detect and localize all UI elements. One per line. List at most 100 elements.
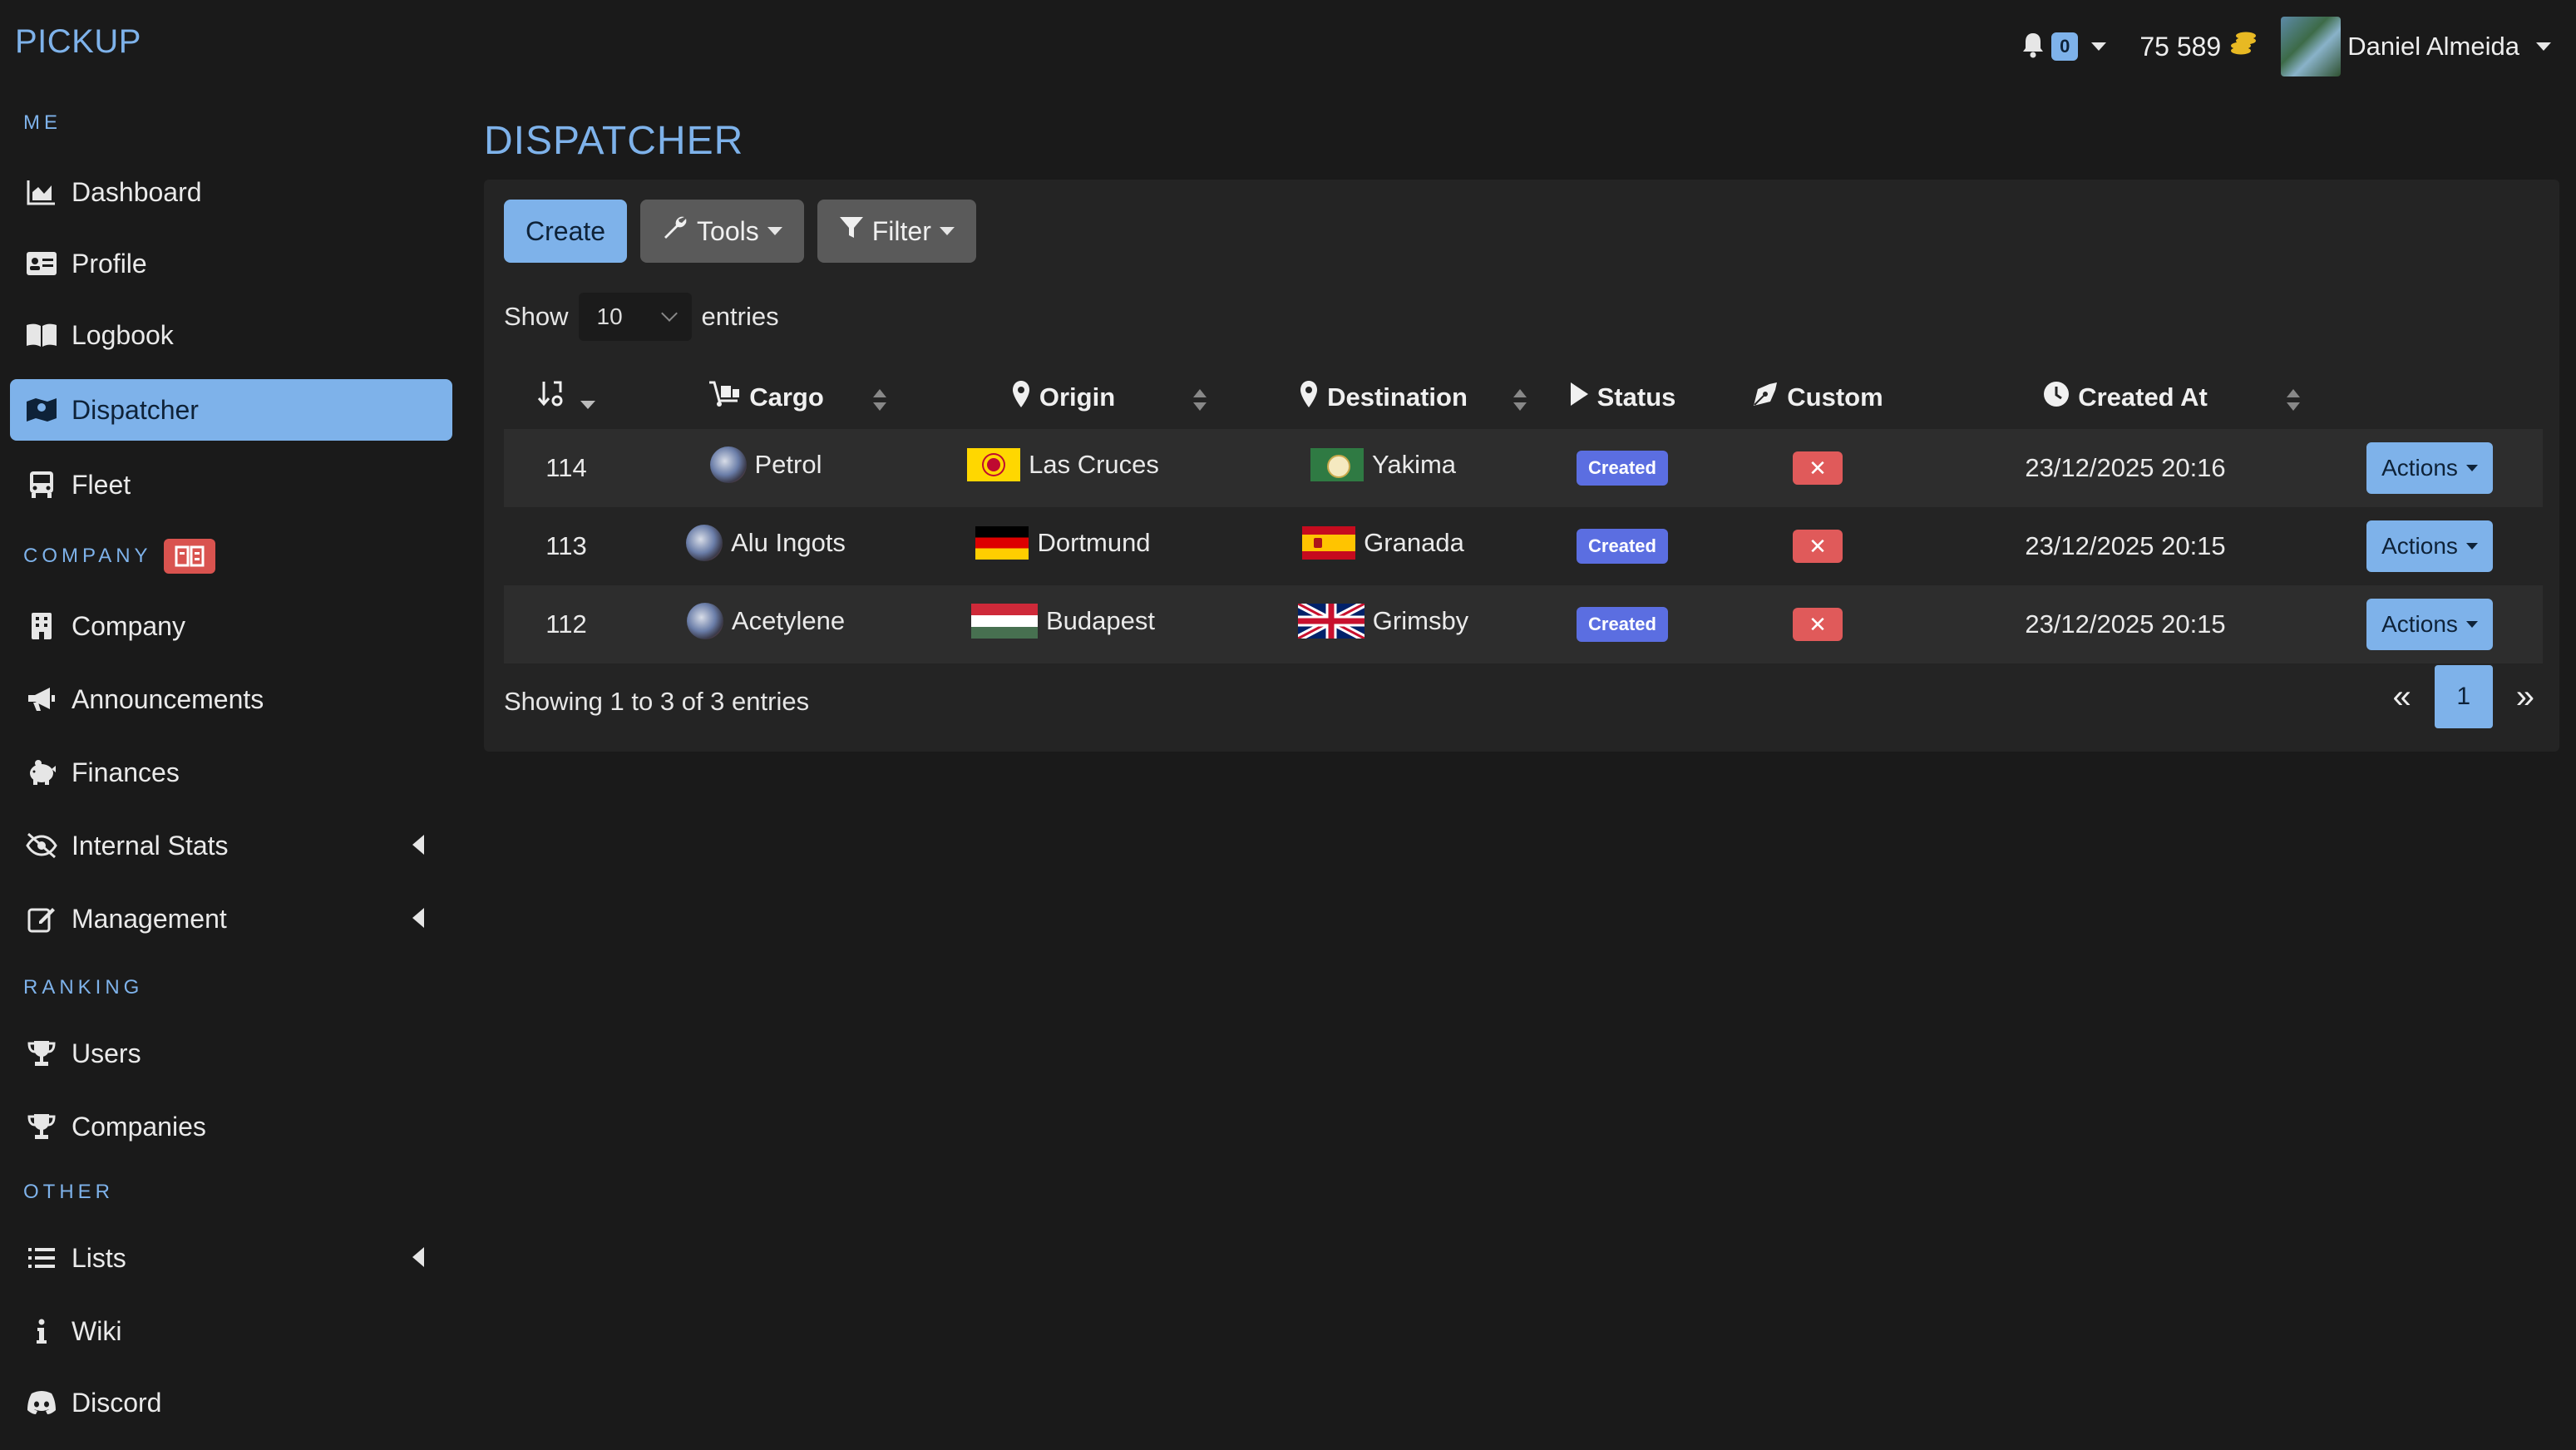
entries-label: entries bbox=[701, 302, 779, 331]
custom-no-badge: ✕ bbox=[1793, 608, 1843, 641]
toolbar: Create Tools Filter bbox=[504, 200, 976, 263]
expand-arrow-icon[interactable] bbox=[412, 1247, 424, 1267]
origin-name: Dortmund bbox=[1037, 528, 1151, 557]
cell-actions: Actions bbox=[2317, 585, 2543, 663]
next-page-icon[interactable]: » bbox=[2516, 678, 2534, 716]
sidebar-item-company[interactable]: Company bbox=[10, 595, 452, 657]
column-header-cargo[interactable]: Cargo bbox=[629, 366, 903, 429]
sort-icon bbox=[1513, 389, 1527, 411]
company-badge-icon bbox=[163, 539, 215, 574]
cell-origin: Budapest bbox=[903, 585, 1223, 663]
page-length-select[interactable]: 10 bbox=[578, 293, 692, 341]
sidebar-item-finances[interactable]: Finances bbox=[10, 742, 452, 803]
status-badge: Created bbox=[1577, 451, 1668, 486]
map-marker-icon bbox=[1299, 380, 1319, 415]
previous-page-icon[interactable]: « bbox=[2393, 678, 2411, 716]
chevron-down-icon bbox=[660, 305, 678, 322]
table-row: 114 Petrol Las Cruces Yakima Created ✕ 2… bbox=[504, 429, 2543, 507]
table-row: 112 Acetylene Budapest Grimsby Created ✕… bbox=[504, 585, 2543, 663]
origin-name: Budapest bbox=[1046, 606, 1155, 635]
sidebar-item-companies[interactable]: Companies bbox=[10, 1096, 452, 1157]
actions-label: Actions bbox=[2381, 611, 2458, 637]
cell-custom: ✕ bbox=[1701, 507, 1934, 585]
cargo-name: Acetylene bbox=[731, 606, 846, 635]
sidebar-item-dispatcher[interactable]: Dispatcher bbox=[10, 379, 452, 441]
column-header-custom[interactable]: Custom bbox=[1701, 366, 1934, 429]
sidebar-item-fleet[interactable]: Fleet bbox=[10, 454, 452, 515]
column-header-created-at[interactable]: Created At bbox=[1934, 366, 2317, 429]
show-label: Show bbox=[504, 302, 569, 331]
actions-label: Actions bbox=[2381, 533, 2458, 559]
avatar bbox=[2281, 17, 2342, 76]
page-button[interactable]: 1 bbox=[2434, 665, 2493, 728]
balance-display: 75 589 bbox=[2139, 31, 2258, 62]
destination-header-label: Destination bbox=[1327, 382, 1468, 412]
table-header-row: Cargo Origin Destination Status Custom C… bbox=[504, 366, 2543, 429]
section-label-company-text: COMPANY bbox=[23, 545, 152, 567]
filter-button-label: Filter bbox=[871, 215, 931, 246]
bullhorn-icon bbox=[25, 684, 58, 714]
sidebar-item-users[interactable]: Users bbox=[10, 1023, 452, 1084]
truck-icon bbox=[25, 470, 58, 500]
actions-dropdown-button[interactable]: Actions bbox=[2366, 520, 2493, 572]
user-menu[interactable]: Daniel Almeida bbox=[2281, 17, 2551, 76]
dolly-icon bbox=[708, 381, 741, 414]
trophy-icon bbox=[25, 1112, 58, 1142]
created-at-header-label: Created At bbox=[2078, 382, 2208, 412]
germany-flag-icon bbox=[975, 526, 1029, 560]
cargo-name: Alu Ingots bbox=[731, 528, 846, 557]
pen-nib-icon bbox=[1752, 381, 1779, 414]
sidebar-item-announcements[interactable]: Announcements bbox=[10, 668, 452, 730]
notifications-dropdown[interactable]: 0 bbox=[2021, 32, 2107, 62]
id-card-icon bbox=[25, 249, 58, 279]
sidebar-item-label: Internal Stats bbox=[72, 830, 229, 861]
sidebar-item-wiki[interactable]: Wiki bbox=[10, 1300, 452, 1362]
expand-arrow-icon[interactable] bbox=[412, 835, 424, 855]
custom-no-badge: ✕ bbox=[1793, 451, 1843, 485]
sidebar-item-discord[interactable]: Discord bbox=[10, 1372, 452, 1433]
wrench-icon bbox=[662, 215, 688, 248]
sidebar-item-label: Management bbox=[72, 903, 227, 934]
actions-dropdown-button[interactable]: Actions bbox=[2366, 442, 2493, 494]
list-icon bbox=[25, 1243, 58, 1273]
status-badge: Created bbox=[1577, 607, 1668, 642]
tools-dropdown-button[interactable]: Tools bbox=[640, 200, 804, 263]
filter-dropdown-button[interactable]: Filter bbox=[817, 200, 976, 263]
sort-icon bbox=[2287, 389, 2300, 411]
chevron-down-icon bbox=[2465, 621, 2478, 628]
section-label-me: ME bbox=[23, 111, 62, 134]
expand-arrow-icon[interactable] bbox=[412, 908, 424, 928]
brand-logo[interactable]: PICKUP bbox=[15, 23, 141, 61]
sidebar-item-dashboard[interactable]: Dashboard bbox=[10, 161, 452, 223]
filter-icon bbox=[839, 215, 864, 247]
building-icon bbox=[25, 611, 58, 641]
chevron-down-icon bbox=[2536, 42, 2551, 51]
sidebar-item-label: Dispatcher bbox=[72, 394, 199, 425]
column-header-destination[interactable]: Destination bbox=[1223, 366, 1543, 429]
create-button-label: Create bbox=[526, 215, 606, 246]
cell-created-at: 23/12/2025 20:16 bbox=[1934, 429, 2317, 507]
hungary-flag-icon bbox=[971, 604, 1038, 639]
sidebar-item-label: Announcements bbox=[72, 683, 264, 714]
column-header-origin[interactable]: Origin bbox=[903, 366, 1223, 429]
status-badge: Created bbox=[1577, 529, 1668, 564]
cell-id: 112 bbox=[504, 585, 629, 663]
sidebar-item-logbook[interactable]: Logbook bbox=[10, 304, 452, 366]
cargo-name: Petrol bbox=[754, 450, 822, 479]
actions-dropdown-button[interactable]: Actions bbox=[2366, 599, 2493, 650]
sidebar-item-label: Companies bbox=[72, 1111, 206, 1142]
book-open-icon bbox=[25, 320, 58, 350]
column-header-id[interactable] bbox=[504, 366, 629, 429]
page-length-control: Show 10 entries bbox=[504, 293, 779, 341]
column-header-status[interactable]: Status bbox=[1543, 366, 1701, 429]
cell-origin: Las Cruces bbox=[903, 429, 1223, 507]
sidebar-item-internal-stats[interactable]: Internal Stats bbox=[10, 815, 452, 876]
sidebar-item-label: Company bbox=[72, 610, 185, 641]
sidebar-item-profile[interactable]: Profile bbox=[10, 233, 452, 294]
create-button[interactable]: Create bbox=[504, 200, 628, 263]
sidebar-item-lists[interactable]: Lists bbox=[10, 1227, 452, 1289]
sidebar-item-label: Lists bbox=[72, 1242, 126, 1273]
spain-flag-icon bbox=[1302, 526, 1356, 560]
sort-desc-icon bbox=[580, 401, 595, 409]
sidebar-item-management[interactable]: Management bbox=[10, 888, 452, 949]
